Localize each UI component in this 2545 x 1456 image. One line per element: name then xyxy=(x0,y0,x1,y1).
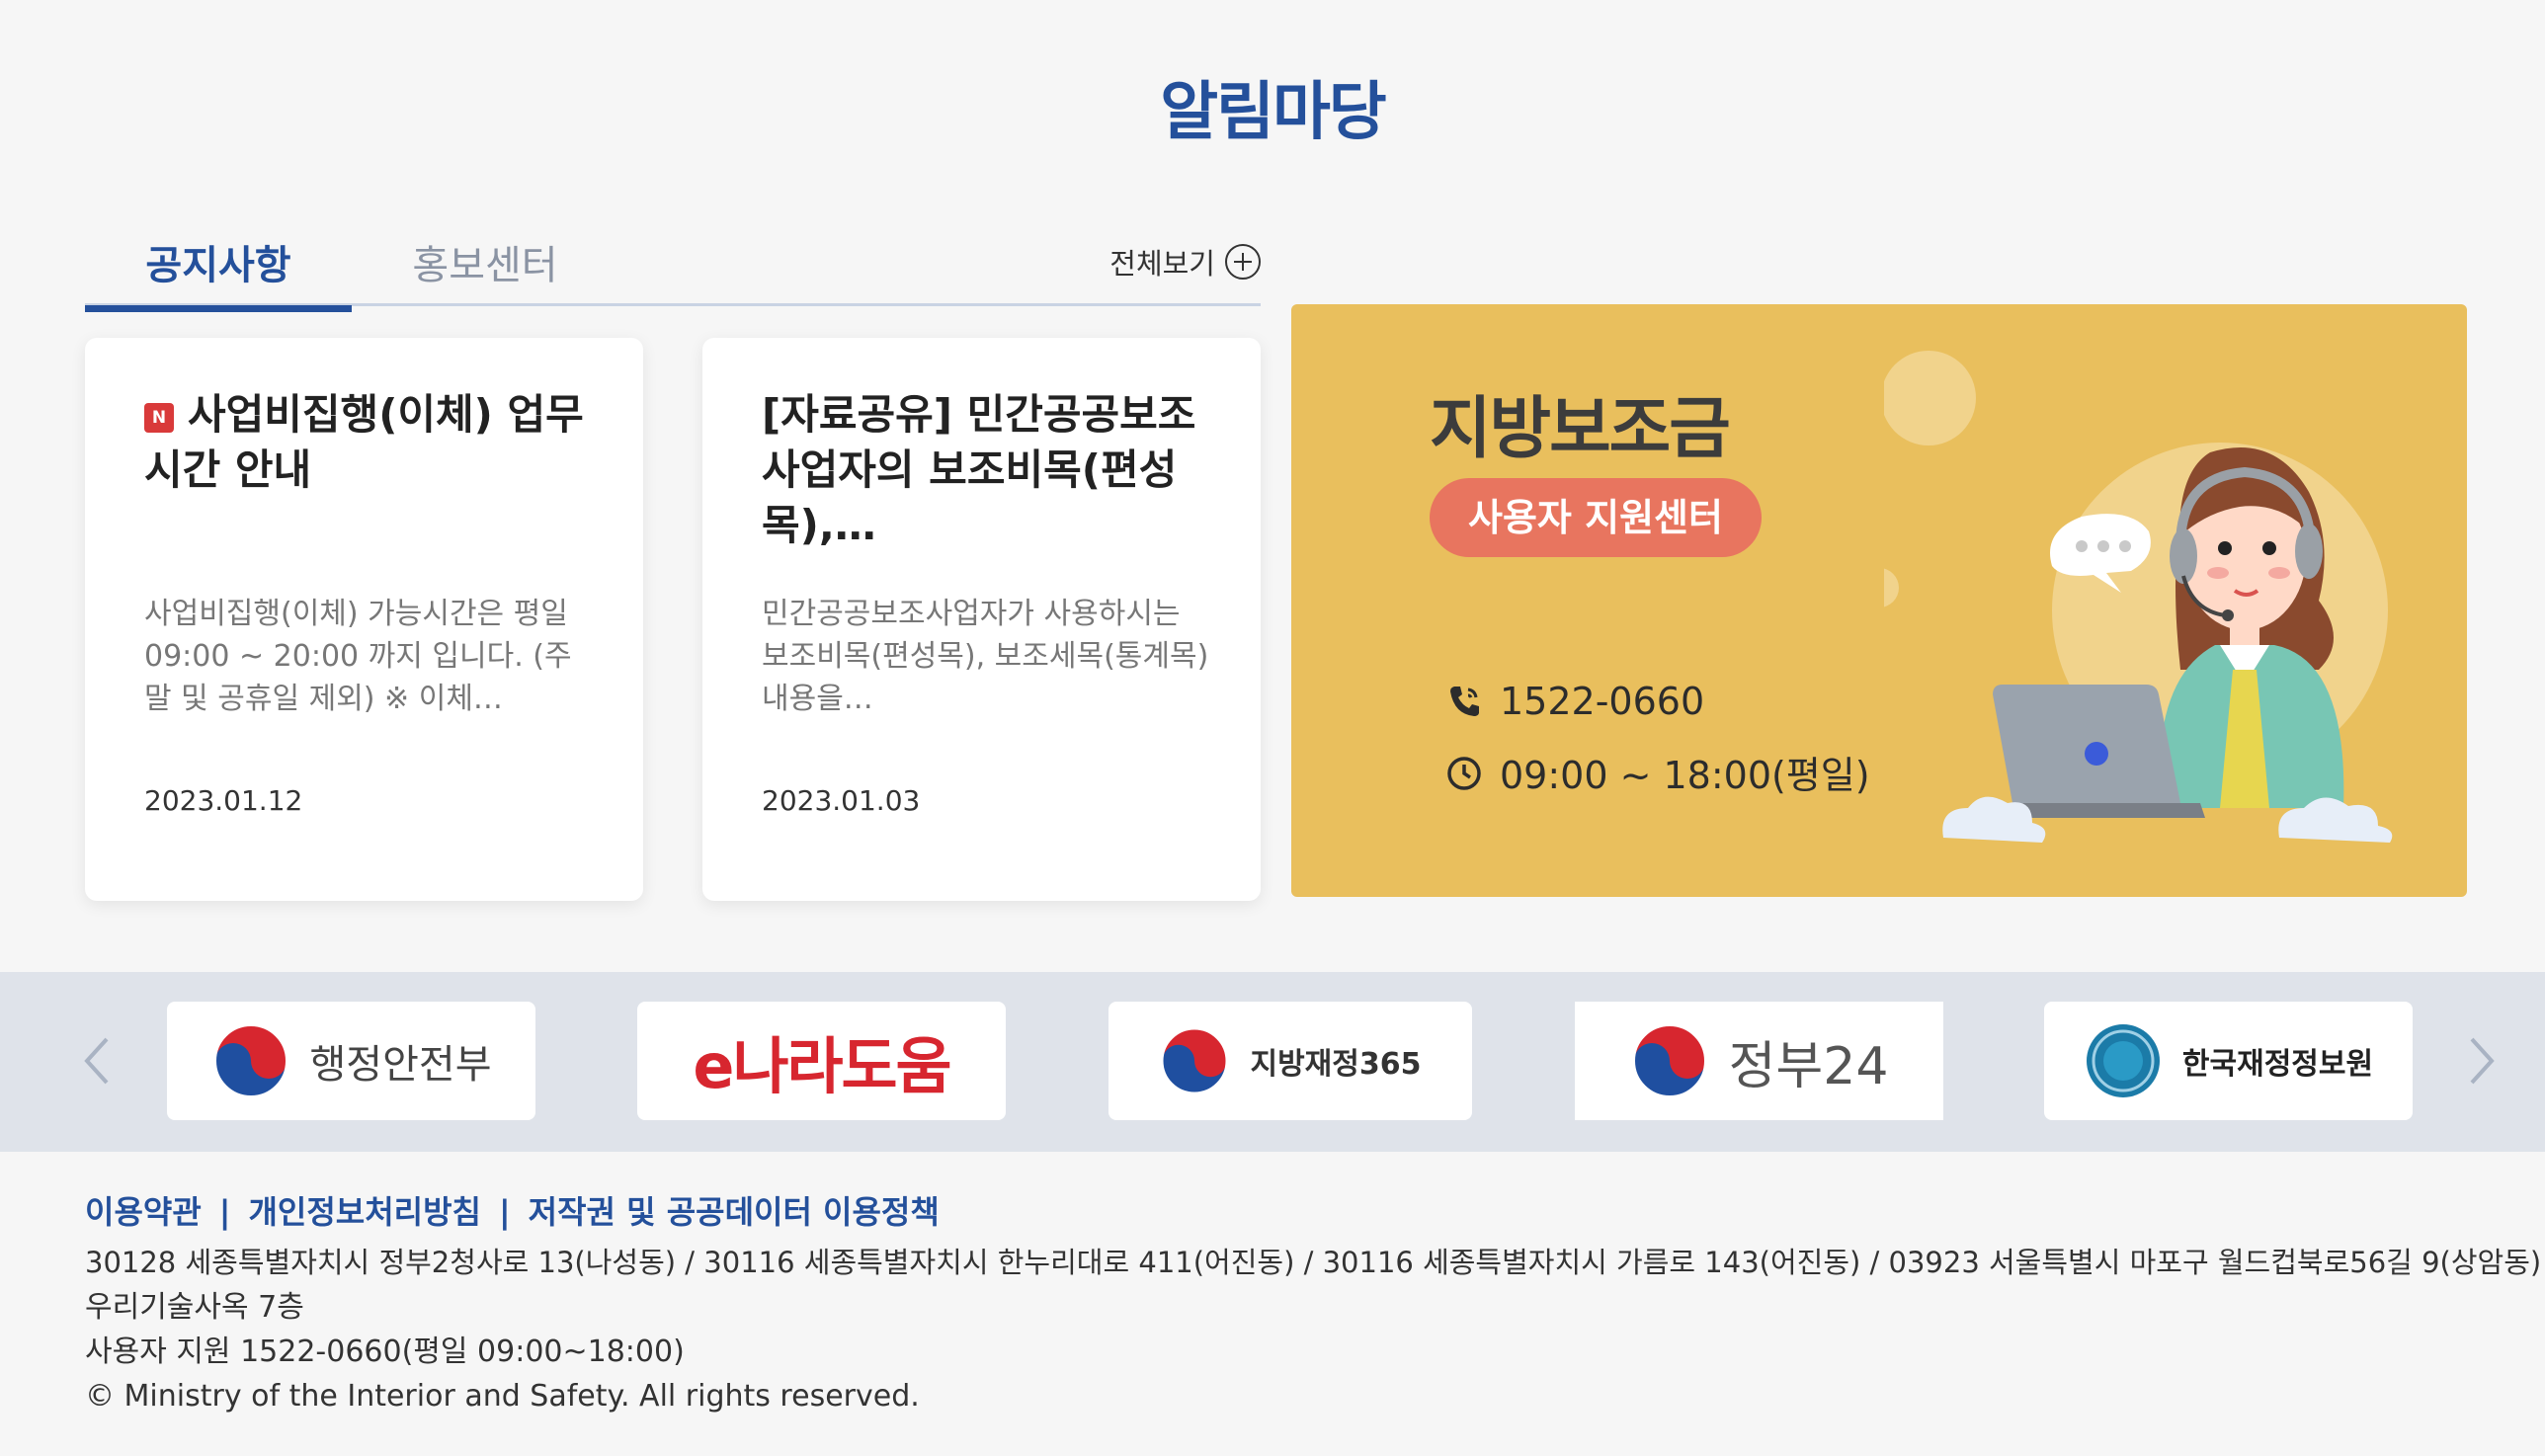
footer: 이용약관 | 개인정보처리방침 | 저작권 및 공공데이터 이용정책 30128 세종특… xyxy=(85,1187,2542,1418)
partner-logo-text: 행정안전부 xyxy=(309,1042,492,1088)
banner-hours: 09:00 ~ 18:00(평일) xyxy=(1444,745,1870,799)
banner-phone-number: 1522-0660 xyxy=(1500,680,1705,723)
notice-card[interactable]: [자료공유] 민간공공보조사업자의 보조비목(편성목),… 민간공공보조사업자가… xyxy=(702,338,1261,901)
partner-logo-mois[interactable]: 행정안전부 xyxy=(167,1002,535,1120)
footer-link-privacy[interactable]: 개인정보처리방침 xyxy=(248,1193,481,1231)
partner-logo-text: 지방재정365 xyxy=(1250,1047,1422,1082)
taegeuk-icon xyxy=(1632,1024,1706,1097)
footer-address-detail: 우리기술사옥 7층 xyxy=(85,1290,304,1325)
support-center-banner[interactable]: 지방보조금 사용자 지원센터 1522-0660 09:00 ~ 18:00(평… xyxy=(1291,304,2467,897)
banner-hours-text: 09:00 ~ 18:00(평일) xyxy=(1500,754,1870,797)
notice-card-title: [자료공유] 민간공공보조사업자의 보조비목(편성목),… xyxy=(762,390,1196,549)
view-all-label: 전체보기 xyxy=(1109,247,1215,281)
notice-card-date: 2023.01.12 xyxy=(144,784,303,817)
notice-card-description: 민간공공보조사업자가 사용하시는 보조비목(편성목), 보조세목(통계목) 내용… xyxy=(762,597,1209,716)
partner-logo-fis[interactable]: 한국재정정보원 xyxy=(2044,1002,2413,1120)
kpfis-emblem-icon xyxy=(2086,1024,2160,1097)
chevron-left-icon[interactable] xyxy=(69,1031,128,1091)
footer-link-copyright-policy[interactable]: 저작권 및 공공데이터 이용정책 xyxy=(529,1193,940,1231)
partner-logo-text: e나라도움 xyxy=(693,1030,951,1102)
chevron-right-icon[interactable] xyxy=(2450,1031,2509,1091)
banner-pill: 사용자 지원센터 xyxy=(1430,478,1762,557)
footer-support: 사용자 지원 1522-0660(평일 09:00~18:00) xyxy=(85,1335,685,1369)
partner-logo-gov24[interactable]: 정부24 xyxy=(1575,1002,1943,1120)
banner-title: 지방보조금 xyxy=(1430,390,1731,468)
notice-card-description: 사업비집행(이체) 가능시간은 평일 09:00 ~ 20:00 까지 입니다.… xyxy=(144,597,572,716)
tab-notice[interactable]: 공지사항 xyxy=(85,233,352,312)
partner-logo-text: 정부24 xyxy=(1728,1036,1889,1096)
partner-logo-enaradoum[interactable]: e나라도움 xyxy=(637,1002,1006,1120)
notice-card-title-text: 사업비집행(이체) 업무시간 안내 xyxy=(144,390,584,494)
plus-circle-icon xyxy=(1225,244,1261,280)
notice-tabs: 공지사항 홍보센터 전체보기 xyxy=(85,219,1261,312)
banner-phone: 1522-0660 xyxy=(1444,680,1704,723)
support-agent-illustration xyxy=(1884,351,2393,843)
notice-card[interactable]: N 사업비집행(이체) 업무시간 안내 사업비집행(이체) 가능시간은 평일 09… xyxy=(85,338,643,901)
phone-icon xyxy=(1450,687,1479,716)
tab-promo[interactable]: 홍보센터 xyxy=(352,233,618,306)
partner-logo-text: 한국재정정보원 xyxy=(2181,1047,2374,1082)
footer-links: 이용약관 | 개인정보처리방침 | 저작권 및 공공데이터 이용정책 xyxy=(85,1187,2496,1233)
view-all-link[interactable]: 전체보기 xyxy=(1109,241,1261,283)
page-title: 알림마당 xyxy=(1160,76,1387,149)
footer-address: 30128 세종특별자치시 정부2청사로 13(나성동) / 30116 세종특… xyxy=(85,1246,2542,1279)
taegeuk-icon xyxy=(1162,1027,1228,1094)
partner-carousel: 행정안전부 e나라도움 지방재정365 정부24 한국재정정보원 xyxy=(0,972,2545,1152)
footer-link-terms[interactable]: 이용약관 xyxy=(85,1193,202,1231)
taegeuk-icon xyxy=(213,1024,287,1097)
partner-logo-lofin365[interactable]: 지방재정365 xyxy=(1108,1002,1472,1120)
notice-card-title: N 사업비집행(이체) 업무시간 안내 xyxy=(144,387,584,565)
footer-separator: | xyxy=(218,1193,231,1231)
new-badge: N xyxy=(144,403,174,433)
notice-card-date: 2023.01.03 xyxy=(762,784,921,817)
clock-icon xyxy=(1447,756,1481,790)
footer-copyright: © Ministry of the Interior and Safety. A… xyxy=(85,1379,920,1414)
footer-separator: | xyxy=(498,1193,511,1231)
